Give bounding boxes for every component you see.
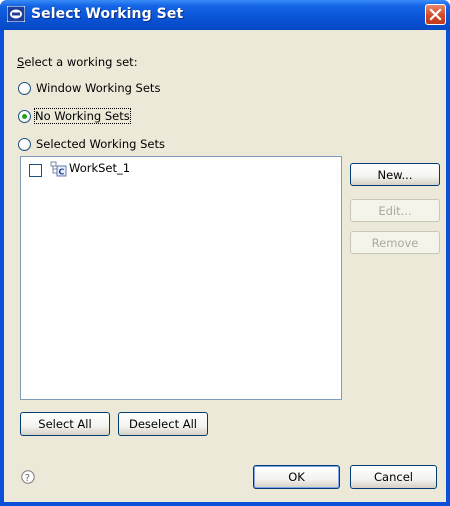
window-title: Select Working Set (31, 6, 184, 22)
cancel-button[interactable]: Cancel (350, 465, 437, 489)
working-set-name: WorkSet_1 (69, 161, 131, 175)
select-prompt-label: Select a working set: (17, 55, 138, 69)
select-all-button[interactable]: Select All (20, 412, 110, 436)
working-set-list[interactable]: C WorkSet_1 (20, 156, 342, 400)
remove-button[interactable]: Remove (350, 231, 440, 254)
edit-button[interactable]: Edit... (350, 199, 440, 222)
svg-text:C: C (59, 168, 65, 177)
svg-text:?: ? (25, 473, 30, 484)
radio-no-working-sets-label[interactable]: No Working Sets (34, 108, 131, 124)
radio-window-working-sets[interactable] (18, 82, 31, 95)
working-set-checkbox[interactable] (29, 164, 42, 177)
ok-button-label: OK (288, 470, 305, 484)
close-button[interactable] (425, 4, 446, 25)
radio-selected-dot (22, 114, 27, 119)
new-button-label: New... (377, 167, 413, 182)
radio-no-working-sets[interactable] (18, 110, 31, 123)
cancel-button-label: Cancel (374, 470, 413, 484)
working-set-icon: C (50, 161, 67, 177)
select-all-label: Select All (38, 417, 92, 431)
radio-window-working-sets-label[interactable]: Window Working Sets (36, 81, 160, 95)
radio-selected-working-sets[interactable] (18, 138, 31, 151)
radio-selected-working-sets-label[interactable]: Selected Working Sets (36, 137, 165, 151)
dialog-window: Select Working Set Select a working set:… (0, 0, 450, 506)
ok-button[interactable]: OK (253, 465, 340, 489)
title-bar[interactable]: Select Working Set (0, 0, 450, 30)
app-icon (7, 6, 25, 22)
prompt-text: elect a working set: (24, 55, 138, 69)
deselect-all-button[interactable]: Deselect All (118, 412, 208, 436)
close-icon (429, 8, 442, 21)
edit-button-label: Edit... (378, 203, 412, 218)
new-button[interactable]: New... (350, 163, 440, 186)
help-icon[interactable]: ? (21, 470, 35, 484)
dialog-body: Select a working set: Window Working Set… (4, 30, 446, 502)
deselect-all-label: Deselect All (128, 417, 197, 431)
list-item[interactable]: C WorkSet_1 (21, 157, 341, 179)
remove-button-label: Remove (371, 235, 419, 250)
